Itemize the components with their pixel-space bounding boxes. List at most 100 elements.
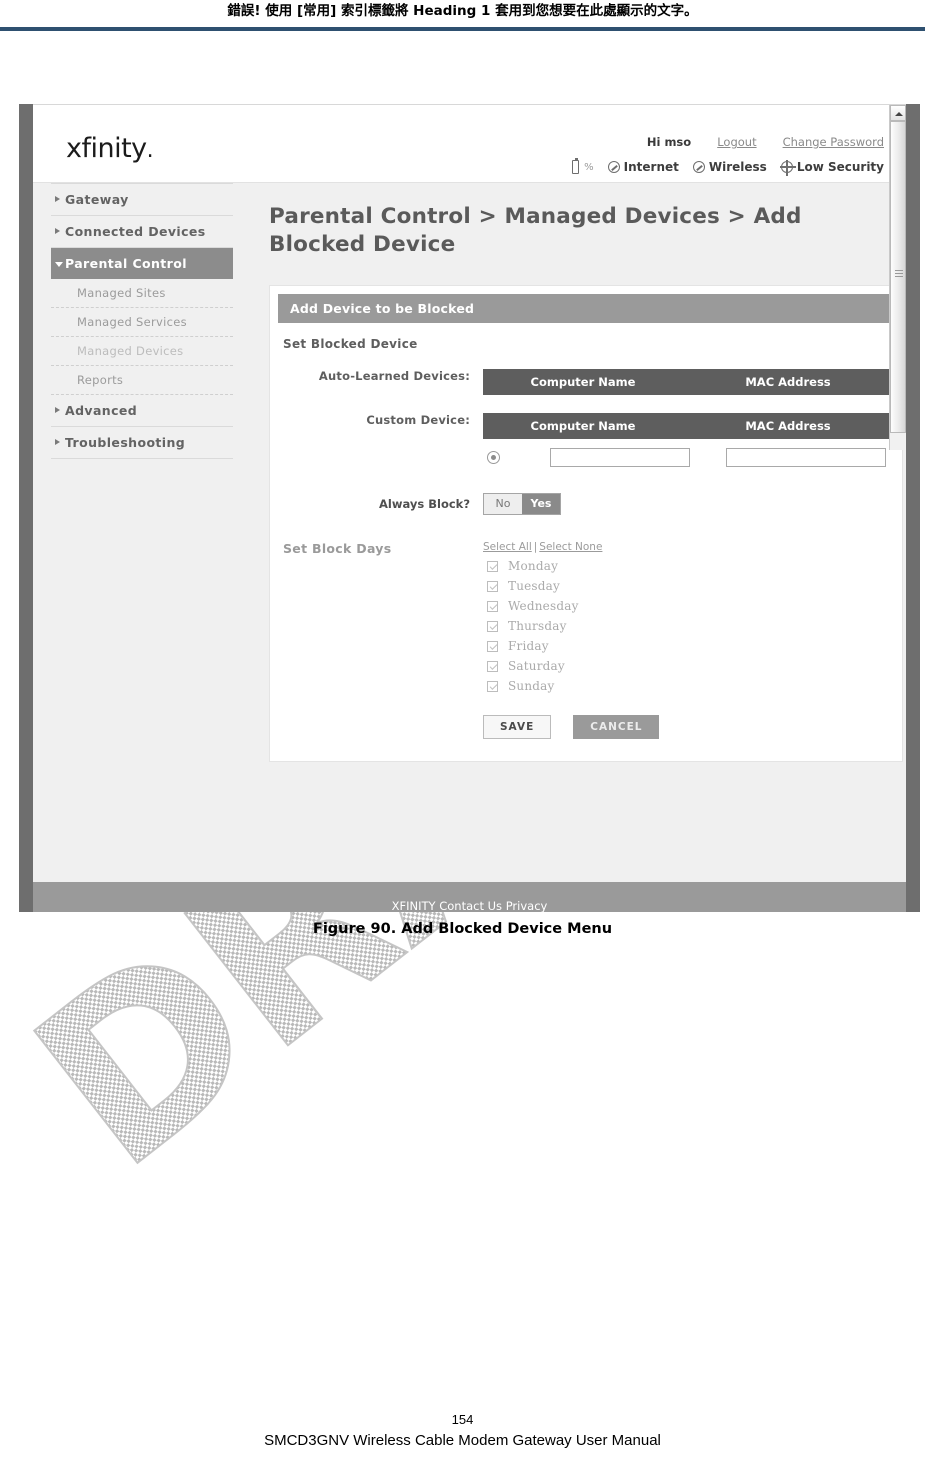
chevron-right-icon [55,228,60,234]
computer-name-input[interactable] [550,448,690,467]
screenshot-frame: xfinity. Hi mso Logout Change Password %… [19,104,920,912]
app-footer: XFINITY Contact Us Privacy [33,882,906,912]
block-days-list: Select All|Select None Monday Tuesday [483,541,902,693]
document-header-rule [0,27,925,31]
always-block-label: Always Block? [379,497,470,511]
sidebar-item-label: Parental Control [65,256,187,271]
set-block-days-title: Set Block Days [283,541,392,556]
sidebar-item-connected-devices[interactable]: Connected Devices [51,216,233,248]
sidebar-item-managed-services[interactable]: Managed Services [51,308,233,337]
internet-status-icon [607,161,620,173]
vertical-scrollbar[interactable] [889,105,906,450]
chevron-right-icon [55,407,60,413]
always-block-yes-option[interactable]: Yes [522,494,560,514]
block-day-wednesday[interactable]: Wednesday [487,599,902,613]
always-block-row: Always Block? No Yes [270,493,902,515]
chevron-right-icon [55,439,60,445]
main-content: Parental Control > Managed Devices > Add… [251,183,906,912]
change-password-link[interactable]: Change Password [783,135,884,149]
auto-learned-devices-row: Auto-Learned Devices: Computer Name MAC … [270,369,906,395]
custom-device-row: Custom Device: Computer Name MAC Address [270,413,906,439]
block-day-saturday[interactable]: Saturday [487,659,902,673]
sidebar-item-label: Connected Devices [65,224,206,239]
save-button[interactable]: SAVE [483,715,552,739]
account-bar: Hi mso Logout Change Password [647,135,884,149]
add-blocked-device-card: Add Device to be Blocked Set Blocked Dev… [269,285,906,762]
select-none-link[interactable]: Select None [539,541,602,553]
security-label: Low Security [796,160,884,174]
checkbox-icon[interactable] [487,680,498,692]
block-day-label: Friday [508,639,549,653]
page-title: Parental Control > Managed Devices > Add… [269,204,802,257]
status-wireless[interactable]: Wireless [692,160,767,174]
custom-device-radio[interactable] [487,451,500,464]
block-day-label: Wednesday [508,599,579,613]
block-day-monday[interactable]: Monday [487,559,902,573]
column-header-computer-name: Computer Name [530,419,636,433]
chevron-right-icon [55,196,60,202]
checkbox-icon[interactable] [487,640,498,652]
custom-device-entry-row [483,448,906,467]
block-day-label: Thursday [508,619,567,633]
custom-device-label: Custom Device: [366,413,470,427]
column-header-computer-name: Computer Name [530,375,636,389]
page-body: Gateway Connected Devices Parental Contr… [33,183,906,912]
sidebar-item-label: Gateway [65,192,129,207]
security-gear-icon [779,160,796,176]
block-day-label: Sunday [508,679,555,693]
scroll-up-arrow-icon[interactable] [890,105,906,121]
block-day-label: Tuesday [508,579,561,593]
scrollbar-thumb[interactable] [890,121,906,433]
page-number: 154 [451,1412,474,1427]
logout-link[interactable]: Logout [717,135,756,149]
checkbox-icon[interactable] [487,580,498,592]
block-day-sunday[interactable]: Sunday [487,679,902,693]
sidebar-item-label: Advanced [65,403,138,418]
sidebar-nav: Gateway Connected Devices Parental Contr… [51,183,233,459]
figure-caption: Figure 90. Add Blocked Device Menu [312,921,613,937]
auto-learned-devices-label: Auto-Learned Devices: [318,369,470,383]
checkbox-icon[interactable] [487,560,498,572]
cancel-button[interactable]: CANCEL [573,715,660,739]
sidebar-item-troubleshooting[interactable]: Troubleshooting [51,427,233,459]
greeting-text: Hi mso [646,135,692,149]
block-day-thursday[interactable]: Thursday [487,619,902,633]
always-block-toggle[interactable]: No Yes [483,493,561,515]
app-header: xfinity. Hi mso Logout Change Password %… [33,105,906,183]
status-bar: % Internet Wireless Low Security [572,158,884,176]
mac-address-input[interactable] [726,448,886,467]
block-day-friday[interactable]: Friday [487,639,902,653]
sidebar-item-reports[interactable]: Reports [51,366,233,395]
sidebar-item-gateway[interactable]: Gateway [51,183,233,216]
checkbox-icon[interactable] [487,620,498,632]
checkbox-icon[interactable] [487,660,498,672]
status-internet[interactable]: Internet [607,160,679,174]
always-block-no-option[interactable]: No [484,494,522,514]
sidebar-item-managed-sites[interactable]: Managed Sites [51,279,233,308]
form-actions: SAVE CANCEL [483,715,902,739]
block-day-tuesday[interactable]: Tuesday [487,579,902,593]
column-header-mac-address: MAC Address [745,375,831,389]
sidebar-item-advanced[interactable]: Advanced [51,395,233,427]
browser-viewport: xfinity. Hi mso Logout Change Password %… [33,104,906,912]
select-links: Select All | Select None [483,541,902,553]
section-label: Set Blocked Device [283,337,418,351]
select-all-link[interactable]: Select All [483,541,532,553]
custom-device-table-header: Computer Name MAC Address [483,413,906,439]
document-header-error-text: 錯誤! 使用 [常用] 索引標籤將 Heading 1 套用到您想要在此處顯示的… [227,3,698,19]
sidebar-item-parental-control[interactable]: Parental Control [51,248,233,279]
card-title: Add Device to be Blocked [278,294,894,323]
chevron-down-icon [55,262,63,267]
sidebar-item-managed-devices[interactable]: Managed Devices [51,337,233,366]
window-right-gutter [906,104,920,912]
document-header: 錯誤! 使用 [常用] 索引標籤將 Heading 1 套用到您想要在此處顯示的… [0,0,925,34]
document-footer-title: SMCD3GNV Wireless Cable Modem Gateway Us… [264,1432,661,1449]
document-footer: 154 SMCD3GNV Wireless Cable Modem Gatewa… [0,1410,925,1452]
select-links-separator: | [533,541,538,553]
checkbox-icon[interactable] [487,600,498,612]
status-security[interactable]: Low Security [779,160,884,176]
window-left-gutter [19,104,33,912]
app-footer-text: XFINITY Contact Us Privacy [391,899,548,912]
battery-icon [572,158,580,174]
battery-percent-label: % [584,161,594,173]
